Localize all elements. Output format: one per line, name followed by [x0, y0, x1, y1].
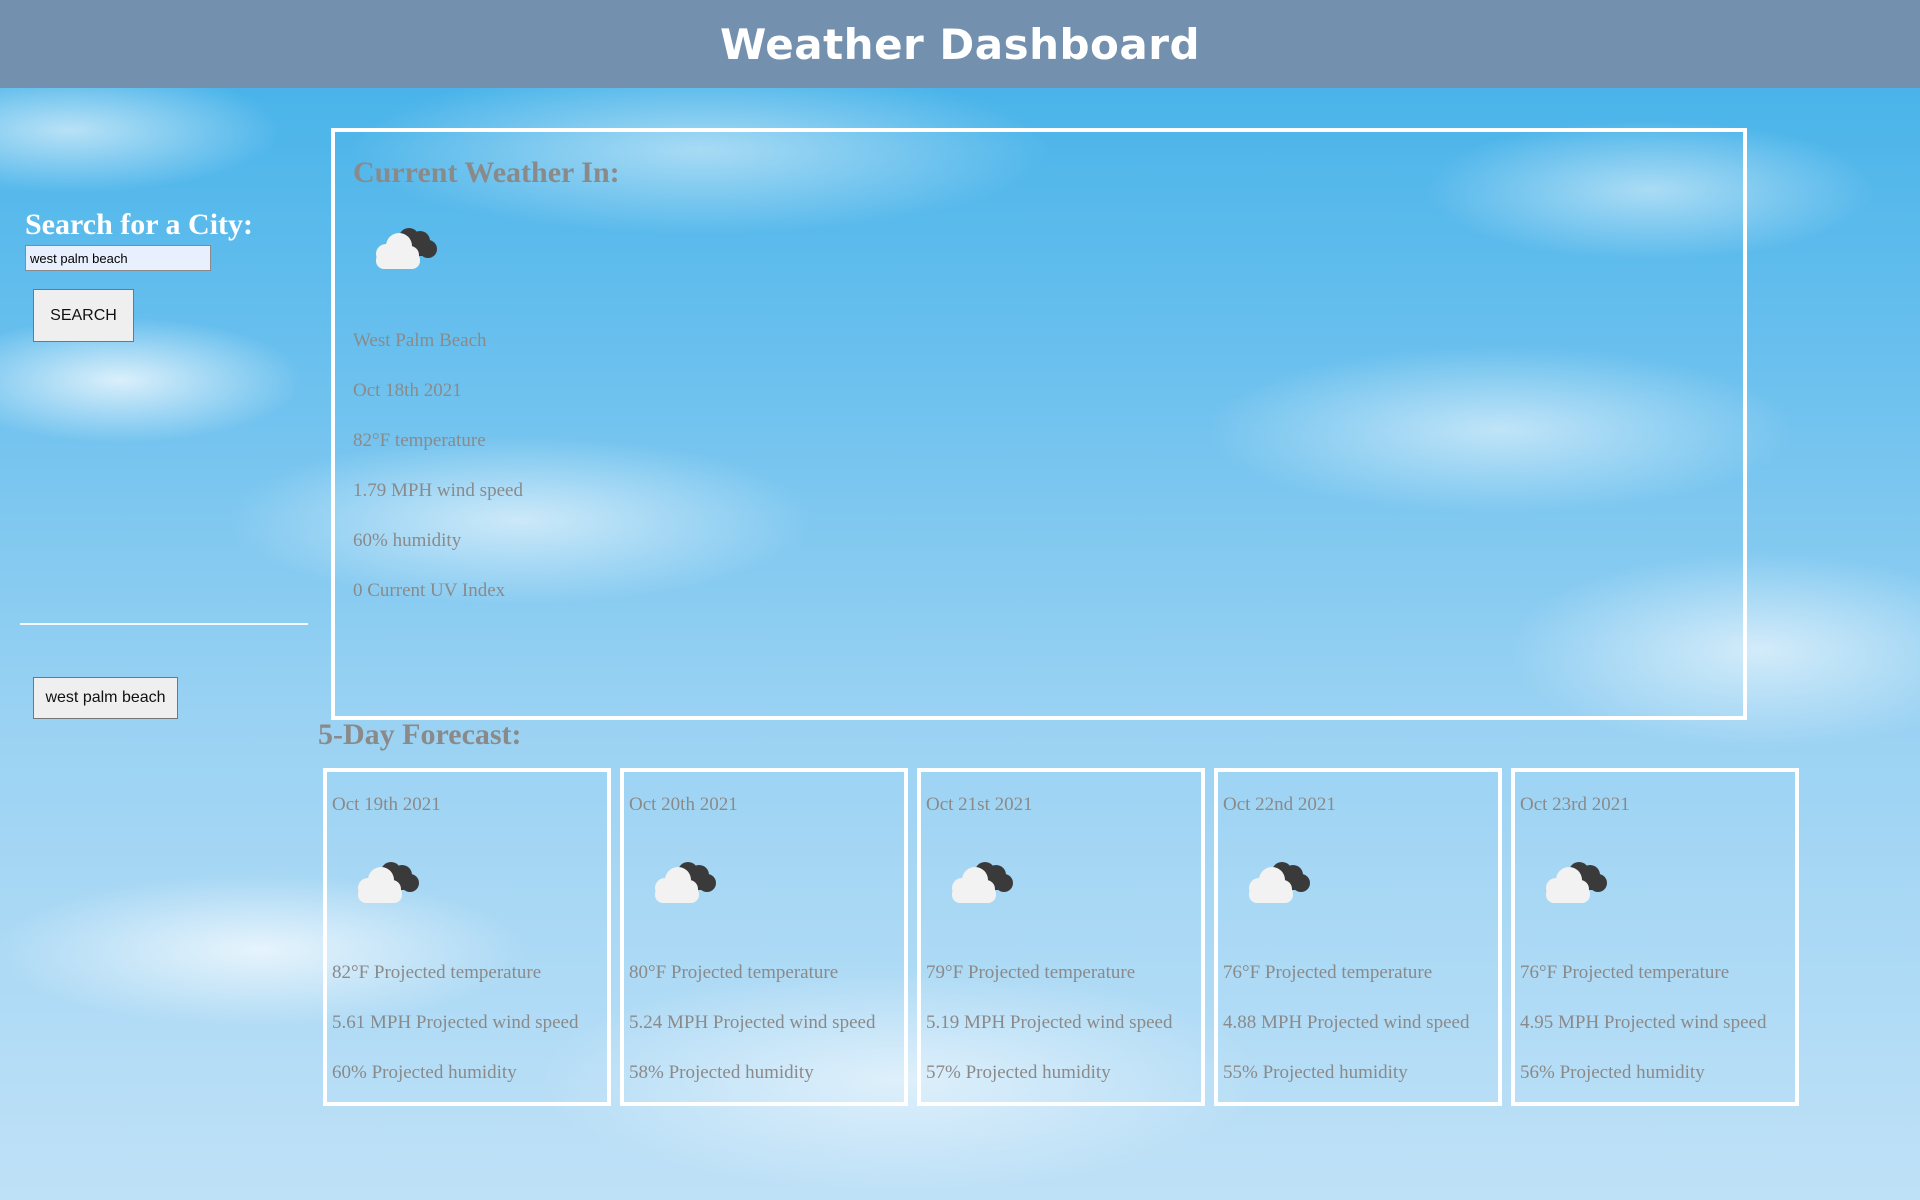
- current-wind-speed: 1.79 MPH wind speed: [353, 480, 523, 501]
- forecast-temperature: 79°F Projected temperature: [926, 962, 1136, 983]
- forecast-card: Oct 19th 2021 82°F Projected temperature…: [323, 768, 611, 1106]
- forecast-humidity: 55% Projected humidity: [1223, 1062, 1408, 1083]
- forecast-card: Oct 20th 2021 80°F Projected temperature…: [620, 768, 908, 1106]
- forecast-humidity: 56% Projected humidity: [1520, 1062, 1705, 1083]
- forecast-wind-speed: 5.19 MPH Projected wind speed: [926, 1012, 1173, 1033]
- forecast-title: 5-Day Forecast:: [318, 718, 522, 751]
- page-title: Weather Dashboard: [719, 19, 1201, 69]
- search-sidebar: Search for a City: SEARCH: [20, 205, 310, 342]
- sidebar-divider: [20, 623, 308, 625]
- forecast-temperature: 82°F Projected temperature: [332, 962, 542, 983]
- current-weather-heading: Current Weather In:: [353, 156, 620, 189]
- page-header: Weather Dashboard: [0, 0, 1920, 88]
- forecast-date: Oct 21st 2021: [926, 794, 1033, 815]
- forecast-wind-speed: 4.95 MPH Projected wind speed: [1520, 1012, 1767, 1033]
- history-city-button[interactable]: west palm beach: [33, 677, 178, 719]
- broken-clouds-icon: [644, 856, 718, 906]
- forecast-humidity: 60% Projected humidity: [332, 1062, 517, 1083]
- broken-clouds-icon: [347, 856, 421, 906]
- current-humidity: 60% humidity: [353, 530, 462, 551]
- forecast-wind-speed: 4.88 MPH Projected wind speed: [1223, 1012, 1470, 1033]
- search-button[interactable]: SEARCH: [33, 289, 134, 342]
- forecast-card: Oct 23rd 2021 76°F Projected temperature…: [1511, 768, 1799, 1106]
- forecast-wind-speed: 5.24 MPH Projected wind speed: [629, 1012, 876, 1033]
- forecast-card: Oct 21st 2021 79°F Projected temperature…: [917, 768, 1205, 1106]
- forecast-temperature: 76°F Projected temperature: [1520, 962, 1730, 983]
- forecast-humidity: 58% Projected humidity: [629, 1062, 814, 1083]
- broken-clouds-icon: [1535, 856, 1609, 906]
- forecast-date: Oct 22nd 2021: [1223, 794, 1336, 815]
- current-city: West Palm Beach: [353, 330, 487, 351]
- forecast-date: Oct 20th 2021: [629, 794, 738, 815]
- forecast-date: Oct 23rd 2021: [1520, 794, 1630, 815]
- search-label: Search for a City:: [25, 208, 254, 241]
- broken-clouds-icon: [365, 222, 439, 272]
- forecast-card: Oct 22nd 2021 76°F Projected temperature…: [1214, 768, 1502, 1106]
- city-search-input[interactable]: [25, 245, 211, 271]
- current-date: Oct 18th 2021: [353, 380, 462, 401]
- forecast-date: Oct 19th 2021: [332, 794, 441, 815]
- current-weather-panel: Current Weather In: West Palm Beach Oct …: [331, 128, 1747, 720]
- forecast-humidity: 57% Projected humidity: [926, 1062, 1111, 1083]
- broken-clouds-icon: [1238, 856, 1312, 906]
- current-temperature: 82°F temperature: [353, 430, 486, 451]
- broken-clouds-icon: [941, 856, 1015, 906]
- forecast-temperature: 80°F Projected temperature: [629, 962, 839, 983]
- current-uv-index: 0 Current UV Index: [353, 580, 506, 601]
- forecast-wind-speed: 5.61 MPH Projected wind speed: [332, 1012, 579, 1033]
- forecast-temperature: 76°F Projected temperature: [1223, 962, 1433, 983]
